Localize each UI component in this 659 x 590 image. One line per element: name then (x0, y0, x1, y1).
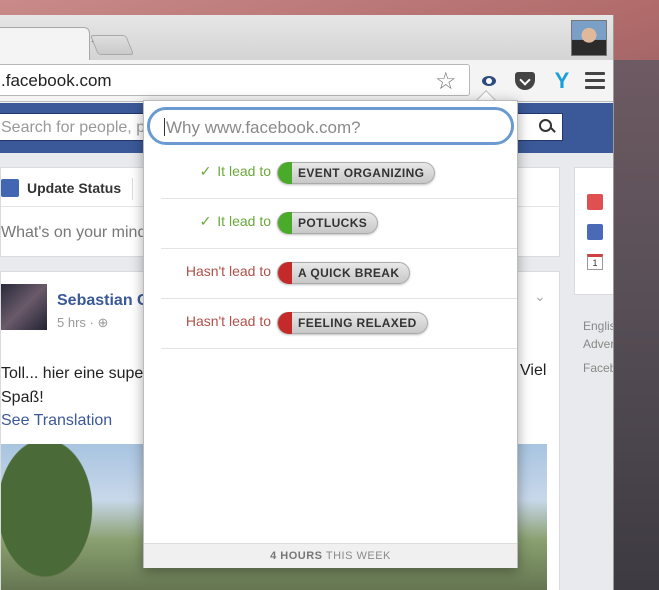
right-column-box: 1 (574, 167, 613, 295)
check-icon: ✓ (199, 213, 212, 229)
post-text-continued: Viel (520, 362, 547, 379)
check-icon: ✓ (199, 163, 212, 179)
status-label: ✓ It lead to (199, 213, 271, 229)
tag-pill[interactable]: EVENT ORGANIZING (277, 162, 436, 184)
photo-tree (1, 444, 111, 590)
text-caret (164, 118, 165, 136)
extension-popup: Why www.facebook.com? ✓ It lead to EVENT … (143, 100, 518, 568)
list-item: Hasn't lead to A QUICK BREAK (161, 249, 517, 299)
search-placeholder: Search for people, p (1, 119, 146, 136)
search-icon[interactable] (537, 117, 557, 137)
list-item: ✓ It lead to EVENT ORGANIZING (161, 149, 517, 199)
status-input[interactable]: What's on your mind (1, 224, 146, 242)
tag-pill[interactable]: A QUICK BREAK (277, 262, 411, 284)
hours-suffix: THIS WEEK (325, 550, 391, 562)
new-tab-button[interactable] (89, 35, 135, 55)
list-item: Hasn't lead to FEELING RELAXED (161, 299, 517, 349)
avatar[interactable] (1, 284, 47, 330)
url-text: .facebook.com (1, 71, 112, 90)
status-label: Hasn't lead to (185, 263, 271, 279)
list-item: ✓ It lead to POTLUCKS (161, 199, 517, 249)
update-status-tab[interactable]: Update Status (27, 180, 121, 196)
browser-tab[interactable] (0, 27, 90, 60)
add-friend-icon[interactable] (587, 224, 603, 240)
red-dot (278, 262, 292, 284)
y-extension-icon[interactable]: Y (551, 70, 573, 92)
right-column: 1 Englis Adver Faceb (574, 167, 613, 590)
see-translation-link[interactable]: See Translation (1, 412, 112, 430)
reason-placeholder: Why www.facebook.com? (164, 118, 361, 137)
tag-pill[interactable]: POTLUCKS (277, 212, 379, 234)
hamburger-menu-icon[interactable] (585, 72, 605, 90)
chevron-down-icon[interactable]: ⌄ (534, 288, 546, 305)
green-dot (278, 162, 292, 184)
address-bar[interactable]: .facebook.com ☆ (0, 64, 470, 96)
weekly-summary: 4 HOURS THIS WEEK (144, 543, 517, 568)
green-dot (278, 212, 292, 234)
status-label: ✓ It lead to (199, 163, 271, 179)
language-link[interactable]: Englis (583, 319, 613, 333)
eye-extension-icon[interactable] (478, 70, 500, 92)
pencil-icon (1, 179, 19, 197)
status-label: Hasn't lead to (185, 313, 271, 329)
advertising-link[interactable]: Adver (583, 337, 613, 351)
post-author-link[interactable]: Sebastian C (57, 292, 149, 310)
divider (132, 178, 133, 200)
toolbar: .facebook.com ☆ Y (0, 60, 613, 102)
facebook-footer-link[interactable]: Faceb (583, 361, 613, 375)
gift-icon[interactable] (587, 194, 603, 210)
profile-avatar[interactable] (571, 20, 607, 56)
post-timestamp[interactable]: 5 hrs · ⊕ (57, 315, 108, 331)
pocket-extension-icon[interactable] (514, 70, 536, 92)
bookmark-star-icon[interactable]: ☆ (435, 67, 457, 96)
tag-pill[interactable]: FEELING RELAXED (277, 312, 428, 334)
hours-count: 4 HOURS (270, 550, 323, 562)
calendar-icon[interactable]: 1 (587, 254, 603, 270)
reason-input[interactable]: Why www.facebook.com? (147, 107, 514, 145)
red-dot (278, 312, 292, 334)
tab-strip: × (0, 15, 613, 60)
desktop-background (612, 60, 659, 590)
